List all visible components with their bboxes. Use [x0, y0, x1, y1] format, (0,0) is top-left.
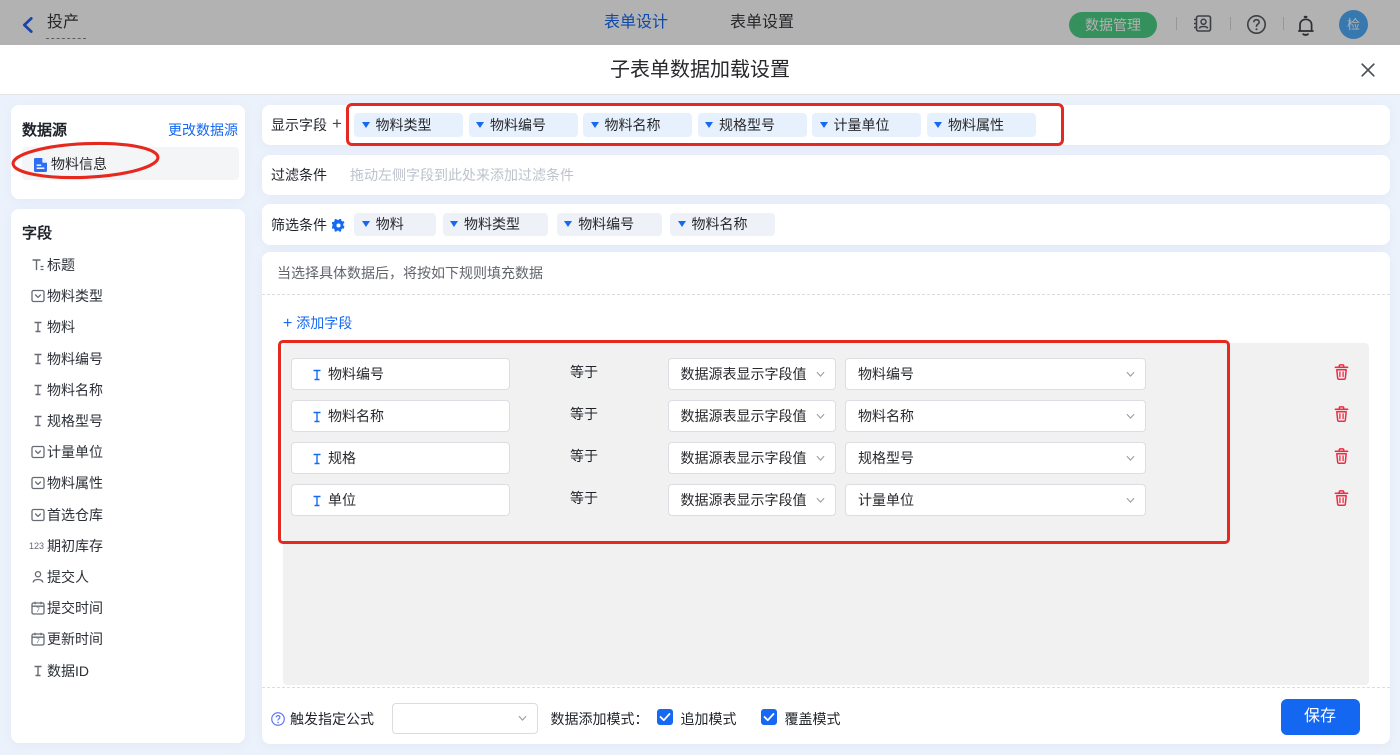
- svg-text:7: 7: [36, 607, 40, 614]
- svg-text:7: 7: [36, 638, 40, 645]
